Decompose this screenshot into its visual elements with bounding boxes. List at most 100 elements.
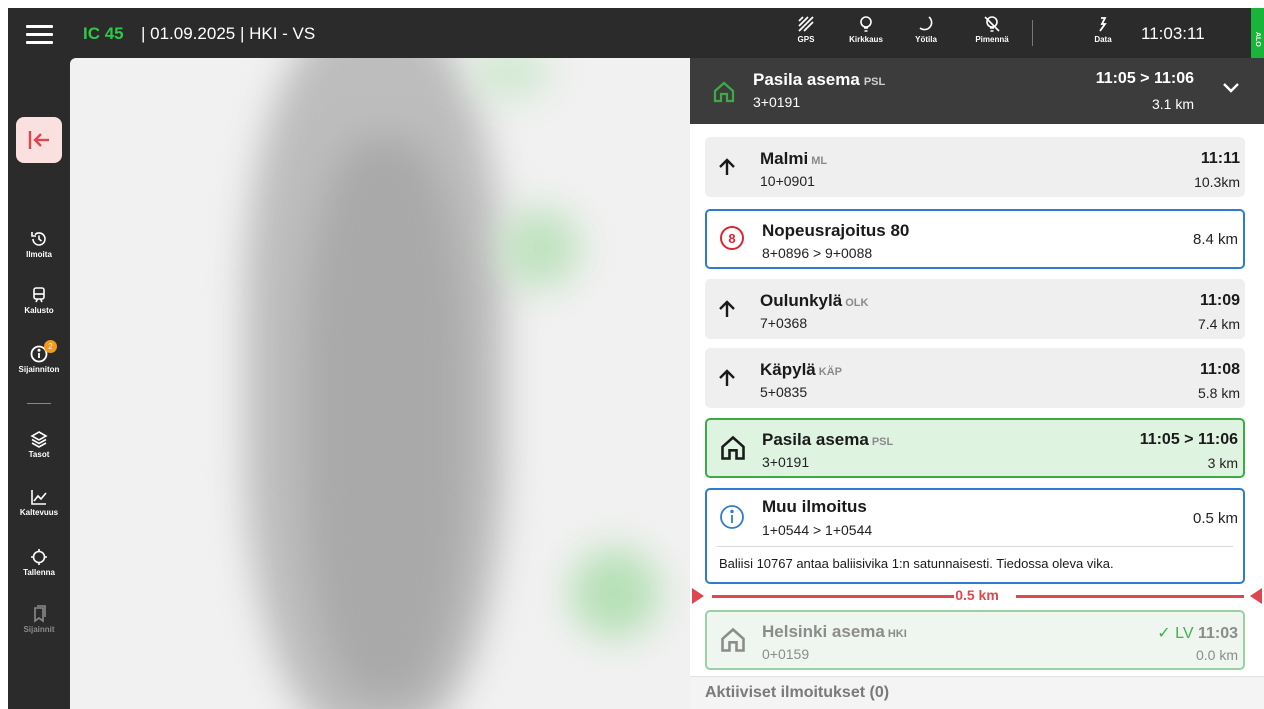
dim-button[interactable]: Pimennä <box>963 12 1021 54</box>
event-card-kapyla[interactable]: Käpylä KÄP 5+0835 11:08 5.8 km <box>705 348 1245 408</box>
menu-icon[interactable] <box>26 25 53 44</box>
sidebar-item-kaltevuus[interactable]: Kaltevuus <box>8 488 70 532</box>
event-name: Helsinki asema <box>762 622 885 641</box>
history-icon <box>31 232 46 246</box>
collapse-button[interactable] <box>16 117 62 163</box>
current-stop-position: 3+0191 <box>753 94 801 110</box>
event-name: Oulunkylä <box>760 291 843 310</box>
event-card-notice[interactable]: Muu ilmoitus 1+0544 > 1+0544 0.5 km Bali… <box>705 488 1245 584</box>
event-distance: 0.0 km <box>1195 647 1238 663</box>
event-position: 1+0544 > 1+0544 <box>762 522 873 538</box>
event-time-row: ✓ LV 11:03 <box>1157 623 1238 643</box>
sidebar-item-sijainnit[interactable]: Sijainnit <box>8 605 70 649</box>
event-code: PSL <box>871 436 894 448</box>
brightness-button[interactable]: Kirkkaus <box>837 12 895 54</box>
map-view[interactable] <box>70 58 690 709</box>
notice-divider <box>717 546 1233 547</box>
gps-signal-icon <box>798 16 814 32</box>
event-code: ML <box>811 155 828 167</box>
event-time: 11:05 > 11:06 <box>1139 431 1238 448</box>
sidebar-item-tallenna[interactable]: Tallenna <box>8 548 70 592</box>
event-name: Muu ilmoitus <box>762 497 867 516</box>
event-card-malmi[interactable]: Malmi ML 10+0901 11:11 10.3km <box>705 137 1245 197</box>
event-card-speed-limit[interactable]: 8 Nopeusrajoitus 80 8+0896 > 9+0088 8.4 … <box>705 209 1245 269</box>
sidebar-label-tallenna: Tallenna <box>23 568 55 577</box>
layers-icon <box>30 431 48 448</box>
sidebar-item-sijainniton[interactable]: 2 Sijainniton <box>8 340 70 389</box>
event-time: 11:03 <box>1197 625 1238 642</box>
current-position-marker: 0.5 km <box>690 583 1264 609</box>
left-sidebar: Ilmoita Kalusto 2 Sijainniton Tasot Kalt… <box>8 58 70 709</box>
sidebar-divider <box>27 403 51 404</box>
clock: 11:03:11 <box>1141 24 1205 43</box>
data-button[interactable]: Data <box>1074 12 1132 54</box>
info-icon <box>720 505 744 529</box>
arrow-up-icon <box>719 369 735 386</box>
data-label: Data <box>1094 35 1112 44</box>
current-stop-time: 11:05 > 11:06 <box>1095 70 1194 87</box>
active-notices-label: Aktiiviset ilmoitukset (0) <box>705 684 890 701</box>
active-notices-bar[interactable]: Aktiiviset ilmoitukset (0) <box>690 676 1264 709</box>
route-panel: Pasila asema PSL 3+0191 11:05 > 11:06 3.1… <box>690 58 1264 709</box>
event-distance: 5.8 km <box>1197 385 1240 401</box>
app-frame: IC 45 | 01.09.2025 | HKI - VS GPS Kirkka… <box>8 8 1264 709</box>
event-card-helsinki[interactable]: Helsinki asema HKI 0+0159 ✓ LV 11:03 0.0 … <box>705 610 1245 670</box>
sidebar-label-sijainnit: Sijainnit <box>23 625 55 634</box>
event-position: 10+0901 <box>760 173 815 189</box>
event-position: 0+0159 <box>762 646 810 662</box>
sidebar-item-kalusto[interactable]: Kalusto <box>8 286 70 330</box>
night-mode-button[interactable]: Yötila <box>897 12 955 54</box>
event-code: KÄP <box>818 366 842 378</box>
gps-label: GPS <box>797 35 815 44</box>
train-id: IC 45 <box>83 24 124 43</box>
current-stop-header[interactable]: Pasila asema PSL 3+0191 11:05 > 11:06 3.1… <box>690 58 1264 124</box>
event-time: 11:08 <box>1199 361 1240 378</box>
sidebar-label-ilmoita: Ilmoita <box>26 250 52 259</box>
event-distance: 10.3km <box>1194 174 1240 190</box>
event-card-pasila[interactable]: Pasila asema PSL 3+0191 11:05 > 11:06 3 k… <box>705 418 1245 478</box>
data-transfer-icon <box>1099 17 1107 32</box>
current-stop-title: Pasila asema PSL <box>753 70 885 90</box>
event-time: 11:11 <box>1200 150 1240 167</box>
event-title: Oulunkylä OLK <box>760 291 868 311</box>
map-blur-rail <box>305 138 465 698</box>
event-position: 7+0368 <box>760 315 808 331</box>
event-name: Pasila asema <box>762 430 869 449</box>
current-stop-distance: 3.1 km <box>1151 96 1194 112</box>
chevron-down-icon[interactable] <box>1222 82 1240 94</box>
crosshair-icon <box>31 549 47 565</box>
event-title: Helsinki asema HKI <box>762 622 907 642</box>
speed-limit-value: 8 <box>728 231 735 246</box>
event-code: HKI <box>887 628 907 640</box>
event-title: Malmi ML <box>760 149 827 169</box>
event-name: Nopeusrajoitus 80 <box>762 221 910 240</box>
map-blur-green-1 <box>500 208 580 288</box>
sidebar-item-ilmoita[interactable]: Ilmoita <box>8 230 70 274</box>
event-card-oulunkyla[interactable]: Oulunkylä OLK 7+0368 11:09 7.4 km <box>705 279 1245 339</box>
map-blur-green-2 <box>570 548 660 638</box>
chart-icon <box>31 490 47 505</box>
event-code: OLK <box>845 297 869 309</box>
brightness-label: Kirkkaus <box>849 35 883 44</box>
sidebar-label-sijainniton: Sijainniton <box>18 365 60 374</box>
bookmark-icon <box>34 605 46 623</box>
train-icon <box>33 287 45 303</box>
event-position: 5+0835 <box>760 384 808 400</box>
event-title: Käpylä KÄP <box>760 360 842 380</box>
marker-right-arrow <box>1250 588 1262 604</box>
event-distance: 7.4 km <box>1197 316 1240 332</box>
top-bar: IC 45 | 01.09.2025 | HKI - VS GPS Kirkka… <box>8 8 1264 58</box>
notice-text: Baliisi 10767 antaa baliisivika 1:n satu… <box>719 556 1114 571</box>
home-station-icon <box>721 435 745 460</box>
notification-badge: 2 <box>44 340 57 353</box>
gps-button[interactable]: GPS <box>777 12 835 54</box>
bulb-off-icon <box>984 16 1000 32</box>
event-position: 3+0191 <box>762 454 810 470</box>
sidebar-item-tasot[interactable]: Tasot <box>8 430 70 474</box>
sidebar-label-tasot: Tasot <box>28 450 50 459</box>
home-station-icon <box>721 627 745 652</box>
toolbar-divider <box>1032 20 1033 46</box>
trip-info: | 01.09.2025 | HKI - VS <box>141 24 316 43</box>
dim-label: Pimennä <box>975 35 1009 44</box>
moon-icon <box>919 16 933 31</box>
